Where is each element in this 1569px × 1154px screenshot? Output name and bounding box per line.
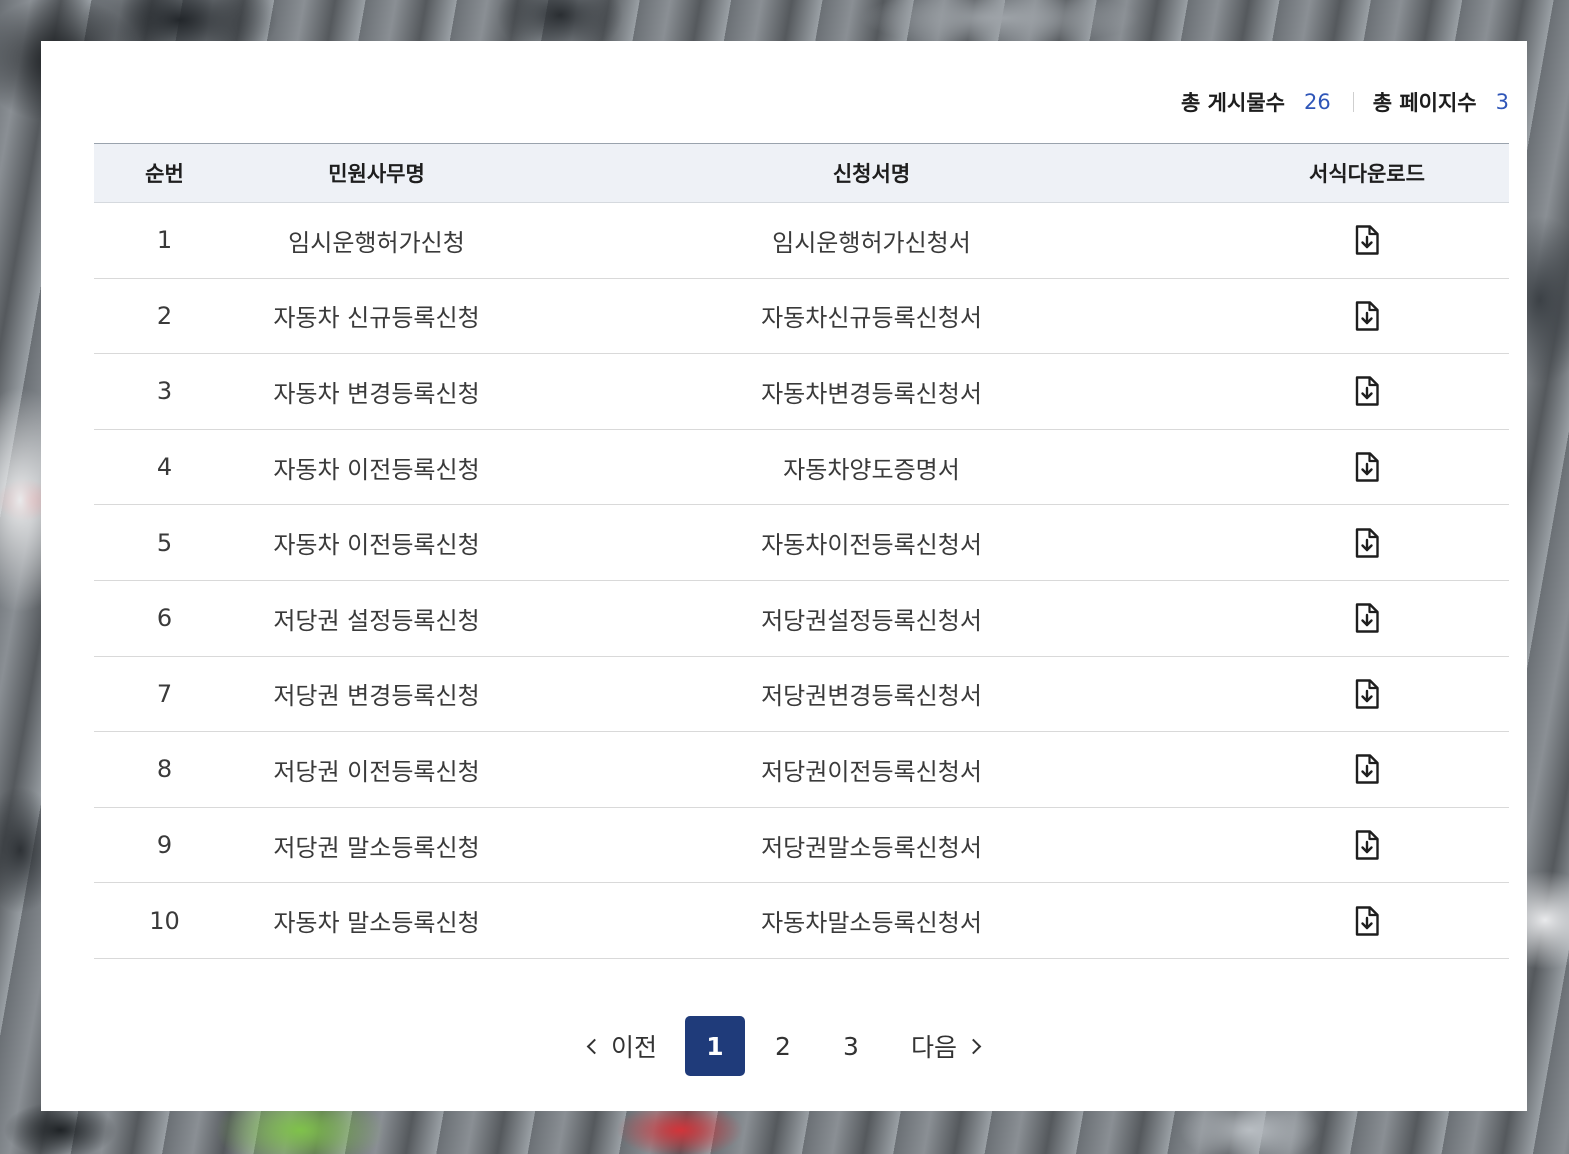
file-download-icon[interactable]	[1354, 527, 1380, 559]
row-number: 5	[94, 504, 235, 581]
file-download-icon[interactable]	[1354, 375, 1380, 407]
table-row: 5 자동차 이전등록신청 자동차이전등록신청서	[94, 504, 1509, 581]
office-name-cell: 임시운행허가신청	[235, 202, 518, 279]
office-name-cell: 저당권 이전등록신청	[235, 731, 518, 808]
total-pages-count: 3	[1495, 90, 1509, 114]
office-name-cell: 저당권 말소등록신청	[235, 807, 518, 884]
form-name-cell: 자동차말소등록신청서	[518, 882, 1225, 959]
table-header-row: 순번 민원사무명 신청서명 서식다운로드	[94, 143, 1509, 203]
file-download-icon[interactable]	[1354, 678, 1380, 710]
office-name-cell: 저당권 변경등록신청	[235, 656, 518, 733]
table-row: 1 임시운행허가신청 임시운행허가신청서	[94, 202, 1509, 279]
summary-divider	[1352, 92, 1354, 112]
total-pages-label: 총 페이지수	[1372, 91, 1477, 115]
office-name-cell: 자동차 변경등록신청	[235, 353, 518, 430]
header-download: 서식다운로드	[1225, 143, 1509, 203]
header-office-name: 민원사무명	[235, 143, 518, 203]
row-number: 6	[94, 580, 235, 657]
file-download-icon[interactable]	[1354, 451, 1380, 483]
row-number: 7	[94, 656, 235, 733]
download-cell	[1225, 731, 1509, 808]
office-name-cell: 저당권 설정등록신청	[235, 580, 518, 657]
download-cell	[1225, 353, 1509, 430]
table-row: 3 자동차 변경등록신청 자동차변경등록신청서	[94, 353, 1509, 430]
download-cell	[1225, 278, 1509, 355]
row-number: 1	[94, 202, 235, 279]
file-download-icon[interactable]	[1354, 602, 1380, 634]
next-page-button[interactable]: 다음	[911, 1016, 982, 1076]
board-summary: 총 게시물수 26 총 페이지수 3	[1181, 87, 1509, 117]
page-2-button[interactable]: 2	[753, 1016, 813, 1076]
download-cell	[1225, 504, 1509, 581]
table-row: 2 자동차 신규등록신청 자동차신규등록신청서	[94, 278, 1509, 355]
total-posts-label: 총 게시물수	[1181, 91, 1285, 115]
form-name-cell: 저당권말소등록신청서	[518, 807, 1225, 884]
download-cell	[1225, 882, 1509, 959]
download-cell	[1225, 656, 1509, 733]
table-row: 10 자동차 말소등록신청 자동차말소등록신청서	[94, 882, 1509, 959]
form-name-cell: 자동차변경등록신청서	[518, 353, 1225, 430]
page-1-button[interactable]: 1	[685, 1016, 745, 1076]
form-name-cell: 임시운행허가신청서	[518, 202, 1225, 279]
form-download-panel: 총 게시물수 26 총 페이지수 3 순번 민원사무명 신청서명 서식다운로드 …	[41, 41, 1527, 1111]
download-cell	[1225, 580, 1509, 657]
file-download-icon[interactable]	[1354, 300, 1380, 332]
table-body: 1 임시운행허가신청 임시운행허가신청서 2 자동차 신규등록신청 자동차신규등록신청서 3…	[94, 202, 1509, 959]
chevron-right-icon	[965, 1038, 982, 1054]
download-cell	[1225, 807, 1509, 884]
office-name-cell: 자동차 말소등록신청	[235, 882, 518, 959]
row-number: 8	[94, 731, 235, 808]
file-download-icon[interactable]	[1354, 224, 1380, 256]
form-name-cell: 저당권이전등록신청서	[518, 731, 1225, 808]
prev-page-button[interactable]: 이전	[586, 1016, 657, 1076]
table-row: 4 자동차 이전등록신청 자동차양도증명서	[94, 429, 1509, 506]
header-number: 순번	[94, 143, 235, 203]
download-cell	[1225, 429, 1509, 506]
row-number: 4	[94, 429, 235, 506]
form-name-cell: 저당권변경등록신청서	[518, 656, 1225, 733]
prev-page-label: 이전	[610, 1033, 657, 1062]
file-download-icon[interactable]	[1354, 829, 1380, 861]
row-number: 9	[94, 807, 235, 884]
total-posts-count: 26	[1303, 90, 1331, 114]
table-row: 7 저당권 변경등록신청 저당권변경등록신청서	[94, 656, 1509, 733]
form-name-cell: 저당권설정등록신청서	[518, 580, 1225, 657]
row-number: 2	[94, 278, 235, 355]
next-page-label: 다음	[911, 1033, 958, 1062]
table-row: 9 저당권 말소등록신청 저당권말소등록신청서	[94, 807, 1509, 884]
row-number: 3	[94, 353, 235, 430]
download-cell	[1225, 202, 1509, 279]
form-list-table: 순번 민원사무명 신청서명 서식다운로드 1 임시운행허가신청 임시운행허가신청서 2…	[94, 143, 1509, 959]
header-form-name: 신청서명	[518, 143, 1225, 203]
file-download-icon[interactable]	[1354, 905, 1380, 937]
table-row: 6 저당권 설정등록신청 저당권설정등록신청서	[94, 580, 1509, 657]
office-name-cell: 자동차 이전등록신청	[235, 504, 518, 581]
file-download-icon[interactable]	[1354, 753, 1380, 785]
page-3-button[interactable]: 3	[821, 1016, 881, 1076]
form-name-cell: 자동차신규등록신청서	[518, 278, 1225, 355]
pagination: 이전 1 2 3 다음	[41, 1016, 1527, 1076]
form-name-cell: 자동차이전등록신청서	[518, 504, 1225, 581]
row-number: 10	[94, 882, 235, 959]
form-name-cell: 자동차양도증명서	[518, 429, 1225, 506]
table-row: 8 저당권 이전등록신청 저당권이전등록신청서	[94, 731, 1509, 808]
office-name-cell: 자동차 신규등록신청	[235, 278, 518, 355]
chevron-left-icon	[586, 1038, 603, 1054]
office-name-cell: 자동차 이전등록신청	[235, 429, 518, 506]
